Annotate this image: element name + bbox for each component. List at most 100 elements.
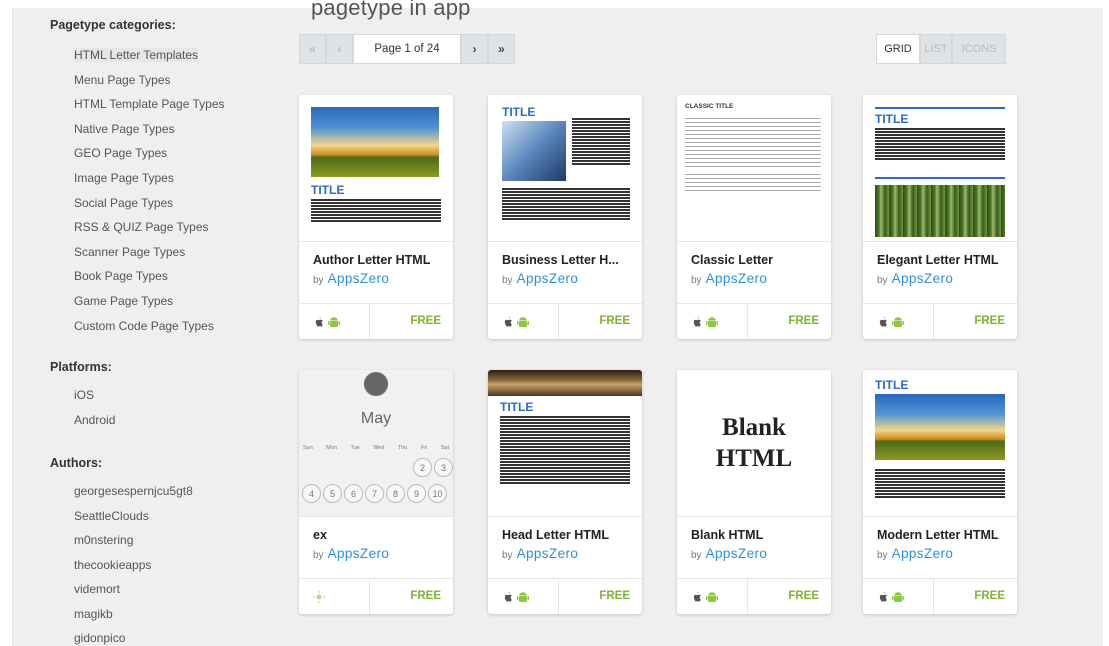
card-title[interactable]: Elegant Letter HTML <box>877 253 1013 267</box>
sidebar-category-item[interactable]: Book Page Types <box>74 269 168 283</box>
calendar-weekday: Tue <box>350 445 360 451</box>
price-label: FREE <box>788 590 819 602</box>
apple-icon <box>315 317 323 327</box>
author-link[interactable]: AppsZero <box>892 271 954 286</box>
sidebar-category-item[interactable]: Custom Code Page Types <box>74 319 214 333</box>
by-label: by <box>691 550 702 561</box>
sidebar-category-item[interactable]: Game Page Types <box>74 294 173 308</box>
sidebar-category-item[interactable]: Scanner Page Types <box>74 245 185 259</box>
android-icon <box>517 317 529 327</box>
card-footer: FREE <box>488 578 642 614</box>
sidebar-author-item[interactable]: SeattleClouds <box>74 509 149 523</box>
template-card[interactable]: TITLE Author Letter HTML by AppsZero FREE <box>299 95 453 339</box>
sidebar-category-item[interactable]: Menu Page Types <box>74 73 171 87</box>
author-link[interactable]: AppsZero <box>706 546 768 561</box>
template-card[interactable]: May Sun Mon Tue Wed Thu Fri Sat 2 3 4 5 6 7 8 … <box>299 370 453 614</box>
template-card[interactable]: TITLE Modern Letter HTML by AppsZero FREE <box>863 370 1017 614</box>
view-grid-button[interactable]: GRID <box>876 34 920 64</box>
card-author: by AppsZero <box>877 271 953 286</box>
apple-icon <box>879 592 887 602</box>
template-card[interactable]: TITLE Business Letter H... byAppsZero F <box>488 95 642 339</box>
template-card[interactable]: Blank HTML Blank HTML by AppsZero FREE <box>677 370 831 614</box>
price-label: FREE <box>974 590 1005 602</box>
calendar-day: 8 <box>386 484 405 503</box>
calendar-day: 10 <box>428 484 447 503</box>
apple-icon <box>693 592 701 602</box>
calendar-day: 7 <box>365 484 384 503</box>
card-author: by AppsZero <box>313 271 389 286</box>
page-canvas: pagetype in app Pagetype categories: HTM… <box>12 0 1103 646</box>
sidebar-category-item[interactable]: Native Page Types <box>74 122 175 136</box>
price-label: FREE <box>788 315 819 327</box>
card-footer: FREE <box>677 578 831 614</box>
sidebar-category-item[interactable]: GEO Page Types <box>74 146 167 160</box>
sidebar-category-item[interactable]: RSS & QUIZ Page Types <box>74 220 209 234</box>
apple-icon <box>504 317 512 327</box>
price-label: FREE <box>410 590 441 602</box>
prev-page-button[interactable]: ‹ <box>326 34 353 64</box>
author-link[interactable]: AppsZero <box>328 546 390 561</box>
card-author: by AppsZero <box>691 546 767 561</box>
web-icon <box>313 591 325 603</box>
author-link[interactable]: AppsZero <box>892 546 954 561</box>
calendar-day: 6 <box>344 484 363 503</box>
sidebar-author-item[interactable]: m0nstering <box>74 533 133 547</box>
template-card[interactable]: TITLE Head Letter HTML by AppsZero FREE <box>488 370 642 614</box>
sidebar-author-item[interactable]: magikb <box>74 607 113 621</box>
card-footer: FREE <box>299 303 453 339</box>
card-thumbnail: TITLE <box>863 95 1017 242</box>
price-label: FREE <box>410 315 441 327</box>
author-link[interactable]: AppsZero <box>328 271 390 286</box>
platforms-heading: Platforms: <box>50 360 112 374</box>
card-title[interactable]: Modern Letter HTML <box>877 528 1013 542</box>
sidebar-platform-item[interactable]: iOS <box>74 388 94 402</box>
platform-icons <box>877 316 904 328</box>
card-title[interactable]: Classic Letter <box>691 253 827 267</box>
by-label: by <box>877 275 888 286</box>
sidebar-category-item[interactable]: Image Page Types <box>74 171 174 185</box>
sidebar-platform-item[interactable]: Android <box>74 413 115 427</box>
platform-icons <box>877 591 904 603</box>
view-toggle: GRID LIST ICONS <box>876 34 1006 64</box>
template-card[interactable]: CLASSIC TITLE Classic Letter by AppsZero … <box>677 95 831 339</box>
card-title[interactable]: Blank HTML <box>691 528 827 542</box>
sidebar-author-item[interactable]: videmort <box>74 582 120 596</box>
by-label: by <box>691 275 702 286</box>
next-page-button[interactable]: › <box>461 34 488 64</box>
card-title[interactable]: Author Letter HTML <box>313 253 449 267</box>
card-thumbnail: CLASSIC TITLE <box>677 95 831 242</box>
android-icon <box>892 592 904 602</box>
card-author: by AppsZero <box>313 546 389 561</box>
price-label: FREE <box>599 315 630 327</box>
sidebar-category-item[interactable]: Social Page Types <box>74 196 173 210</box>
calendar-weekday: Thu <box>397 445 408 451</box>
author-link[interactable]: AppsZero <box>517 546 579 561</box>
authors-heading: Authors: <box>50 456 103 470</box>
author-link[interactable]: AppsZero <box>706 271 768 286</box>
card-title[interactable]: Head Letter HTML <box>502 528 638 542</box>
card-author: by AppsZero <box>877 546 953 561</box>
sidebar-category-item[interactable]: HTML Template Page Types <box>74 97 225 111</box>
card-title[interactable]: Business Letter H... <box>502 253 638 267</box>
author-link[interactable]: AppsZero <box>517 271 579 286</box>
card-footer: FREE <box>863 303 1017 339</box>
by-label: by <box>502 550 513 561</box>
by-label: by <box>877 550 888 561</box>
sidebar-author-item[interactable]: thecookieapps <box>74 558 151 572</box>
sidebar-author-item[interactable]: georgesespernjcu5gt8 <box>74 484 193 498</box>
last-page-button[interactable]: » <box>488 34 515 64</box>
card-thumbnail: TITLE <box>488 95 642 242</box>
page-heading-cut: pagetype in app <box>311 0 471 20</box>
view-icons-button[interactable]: ICONS <box>952 34 1006 64</box>
first-page-button[interactable]: « <box>299 34 326 64</box>
calendar-day: 2 <box>413 458 432 477</box>
card-footer: FREE <box>488 303 642 339</box>
sidebar-category-item[interactable]: HTML Letter Templates <box>74 48 199 62</box>
calendar-month: May <box>360 410 392 427</box>
card-author: by AppsZero <box>502 546 578 561</box>
card-title[interactable]: ex <box>313 528 449 542</box>
template-card[interactable]: TITLE Elegant Letter HTML by AppsZero FRE… <box>863 95 1017 339</box>
view-list-button[interactable]: LIST <box>920 34 952 64</box>
sidebar-author-item[interactable]: gidonpico <box>74 631 125 645</box>
thumb-title: CLASSIC TITLE <box>685 103 734 110</box>
